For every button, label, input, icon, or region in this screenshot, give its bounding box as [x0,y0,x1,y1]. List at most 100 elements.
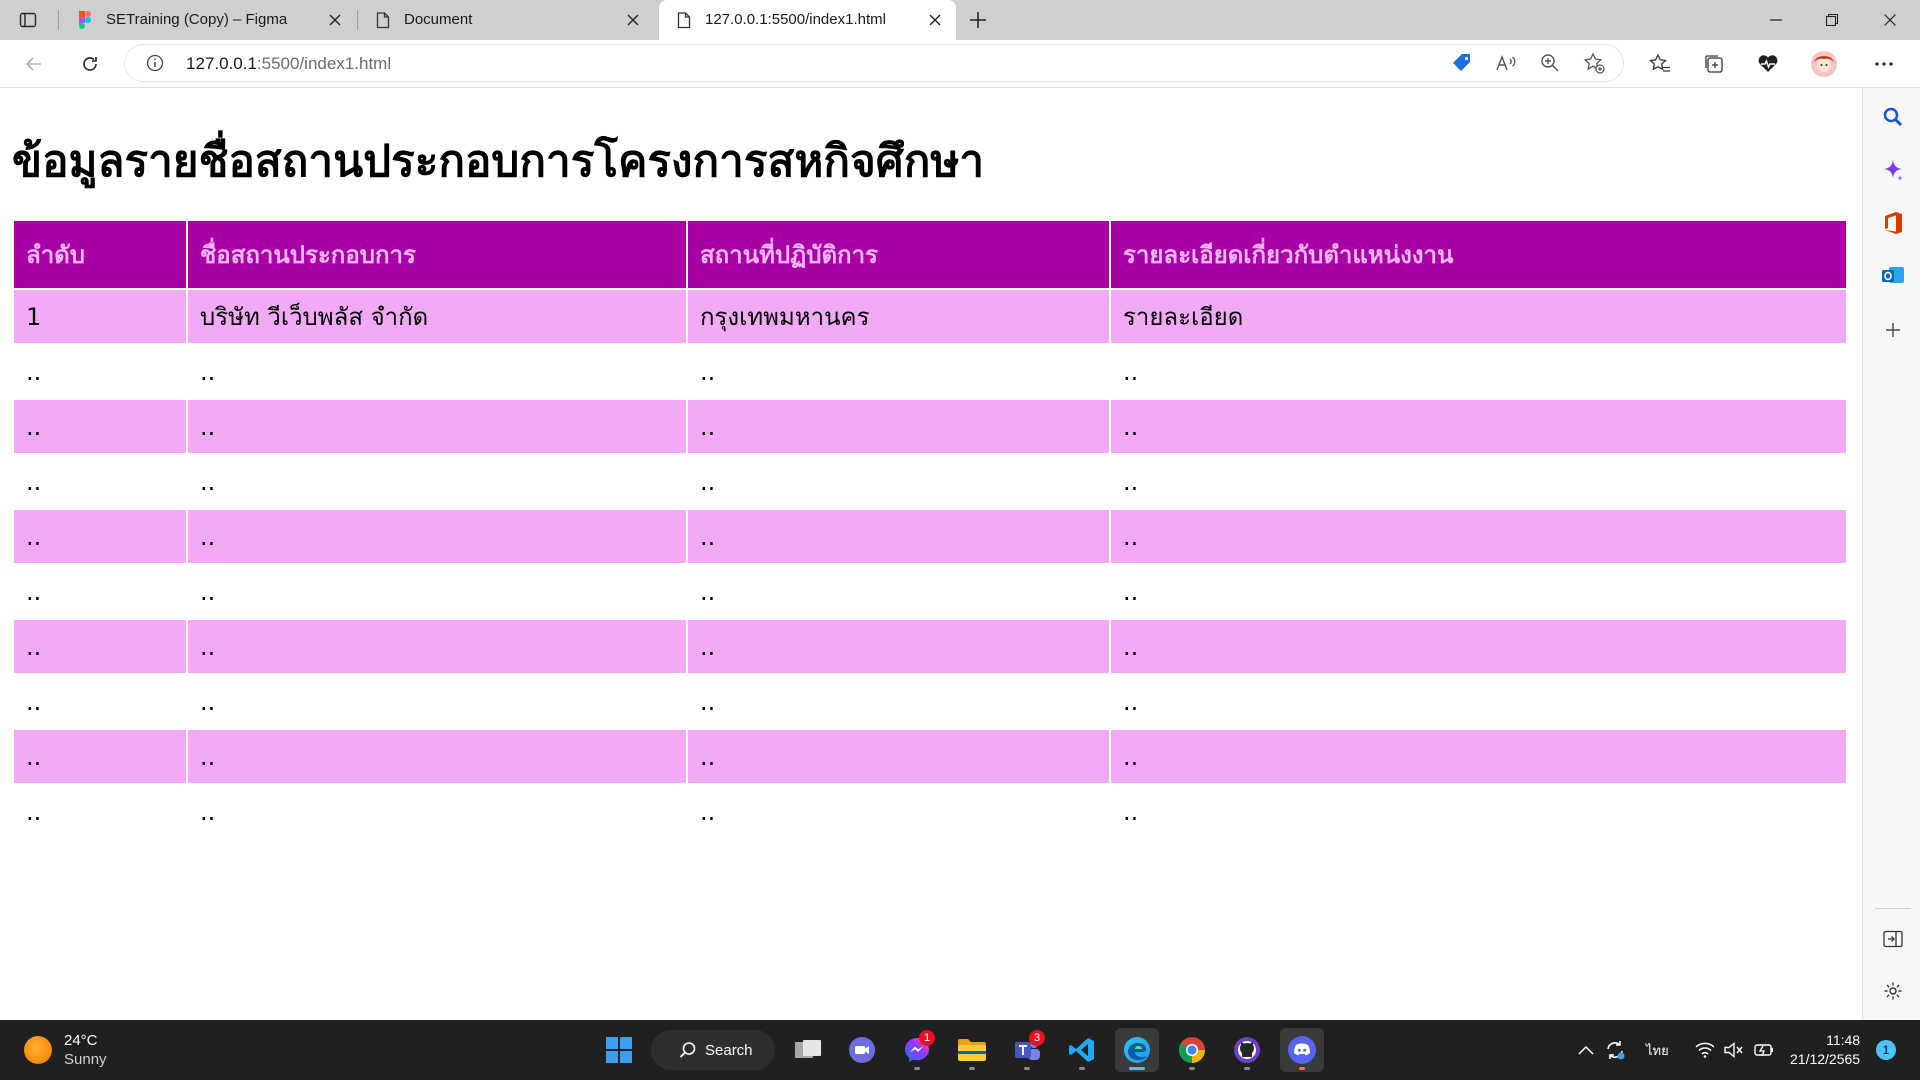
table-cell: .. [188,510,686,563]
outlook-icon[interactable] [1880,263,1906,289]
close-tab-icon[interactable] [624,11,642,29]
table-cell: บริษัท วีเว็บพลัส จำกัด [188,290,686,343]
favorites-icon[interactable] [1646,50,1674,78]
table-cell: .. [1111,565,1846,618]
search-icon[interactable] [1880,104,1906,130]
search-icon [679,1042,696,1058]
table-cell: .. [1111,455,1846,508]
table-cell: .. [688,785,1109,838]
table-row: .. .. .. .. [14,675,1846,728]
teams-icon[interactable]: 3 [1005,1028,1049,1072]
running-indicator [1189,1067,1195,1070]
weather-widget[interactable]: 24°C Sunny [24,1030,107,1070]
windows-taskbar: 24°C Sunny Search 1 3 ไทย 11:48 21/12/25… [0,1020,1920,1080]
table-cell: 1 [14,290,186,343]
tab-title: SETraining (Copy) – Figma [106,11,288,28]
volume-muted-icon[interactable] [1722,1038,1746,1062]
table-row: .. .. .. .. [14,455,1846,508]
discord-icon[interactable] [1280,1028,1324,1072]
table-header-row: ลำดับ ชื่อสถานประกอบการ สถานที่ปฏิบัติกา… [14,221,1846,288]
file-explorer-folder-icon[interactable] [950,1028,994,1072]
sync-icon[interactable] [1603,1038,1627,1062]
tab-index1-active[interactable]: 127.0.0.1:5500/index1.html [659,0,956,40]
running-indicator [914,1067,920,1070]
browser-essentials-heart-icon[interactable] [1754,50,1782,78]
table-cell: .. [688,565,1109,618]
close-tab-icon[interactable] [326,11,344,29]
table-cell: .. [688,455,1109,508]
table-row: .. .. .. .. [14,345,1846,398]
read-aloud-icon[interactable] [1492,49,1520,77]
table-row: .. .. .. .. [14,785,1846,838]
close-tab-icon[interactable] [926,11,944,29]
tab-separator [58,10,59,30]
refresh-icon[interactable] [76,50,104,78]
close-window-icon[interactable] [1862,0,1918,40]
table-cell: รายละเอียด [1111,290,1846,343]
table-cell: .. [688,675,1109,728]
browser-toolbar: 127.0.0.1:5500/index1.html [0,40,1920,88]
table-cell: .. [188,730,686,783]
copilot-sparkle-icon[interactable] [1880,158,1906,184]
table-row: 1 บริษัท วีเว็บพลัส จำกัด กรุงเทพมหานคร … [14,290,1846,343]
add-favorite-star-icon[interactable] [1580,49,1608,77]
tab-title: 127.0.0.1:5500/index1.html [705,11,886,28]
table-cell: .. [1111,785,1846,838]
table-cell: .. [688,400,1109,453]
header-position-details: รายละเอียดเกี่ยวกับตำแหน่งงาน [1111,221,1846,288]
site-info-icon[interactable] [146,54,164,72]
wifi-icon[interactable] [1693,1038,1717,1062]
tab-actions-menu-icon[interactable] [18,10,38,30]
weather-condition: Sunny [64,1051,107,1068]
messenger-badge: 1 [919,1030,935,1046]
sidebar-divider [1875,908,1911,909]
vscode-icon[interactable] [1060,1028,1104,1072]
github-desktop-icon[interactable] [1225,1028,1269,1072]
table-row: .. .. .. .. [14,400,1846,453]
input-language-indicator[interactable]: ไทย [1646,1040,1669,1061]
table-cell: .. [188,785,686,838]
task-view-icon[interactable] [786,1028,830,1072]
table-cell: .. [1111,400,1846,453]
table-cell: .. [14,565,186,618]
table-cell: .. [14,730,186,783]
profile-avatar[interactable] [1810,50,1838,78]
table-cell: .. [14,785,186,838]
tab-title: Document [404,11,473,28]
clock-time: 11:48 [1826,1032,1861,1048]
chrome-icon[interactable] [1170,1028,1214,1072]
restore-icon[interactable] [1804,0,1860,40]
edge-browser-icon[interactable] [1115,1028,1159,1072]
office-icon[interactable] [1880,210,1906,236]
add-plus-icon[interactable] [1880,317,1906,343]
taskbar-search-button[interactable]: Search [651,1030,775,1070]
settings-gear-icon[interactable] [1880,978,1906,1004]
more-menu-icon[interactable] [1870,50,1898,78]
coupon-tag-icon[interactable] [1448,49,1476,77]
taskbar-search-label: Search [705,1041,753,1059]
address-bar[interactable]: 127.0.0.1:5500/index1.html [124,44,1624,82]
collections-icon[interactable] [1700,50,1728,78]
new-tab-plus-icon[interactable] [966,8,990,32]
table-cell: .. [14,400,186,453]
tab-document[interactable]: Document [358,0,654,40]
url-host: 127.0.0.1 [186,54,257,73]
table-cell: .. [14,345,186,398]
tab-figma[interactable]: SETraining (Copy) – Figma [60,0,356,40]
company-table: ลำดับ ชื่อสถานประกอบการ สถานที่ปฏิบัติกา… [12,219,1848,840]
zoom-icon[interactable] [1536,49,1564,77]
back-arrow-icon[interactable] [20,50,48,78]
battery-icon[interactable] [1752,1038,1776,1062]
taskbar-clock[interactable]: 11:48 21/12/2565 [1790,1031,1860,1069]
hide-sidebar-icon[interactable] [1880,926,1906,952]
show-hidden-icons-chevron-up-icon[interactable] [1574,1038,1598,1062]
notification-badge[interactable]: 1 [1876,1040,1896,1060]
table-cell: .. [188,345,686,398]
table-cell: .. [1111,730,1846,783]
start-windows-icon[interactable] [597,1028,641,1072]
minimize-icon[interactable] [1748,0,1804,40]
chat-video-icon[interactable] [840,1028,884,1072]
messenger-icon[interactable]: 1 [895,1028,939,1072]
url-text[interactable]: 127.0.0.1:5500/index1.html [186,54,391,74]
table-cell: .. [14,620,186,673]
